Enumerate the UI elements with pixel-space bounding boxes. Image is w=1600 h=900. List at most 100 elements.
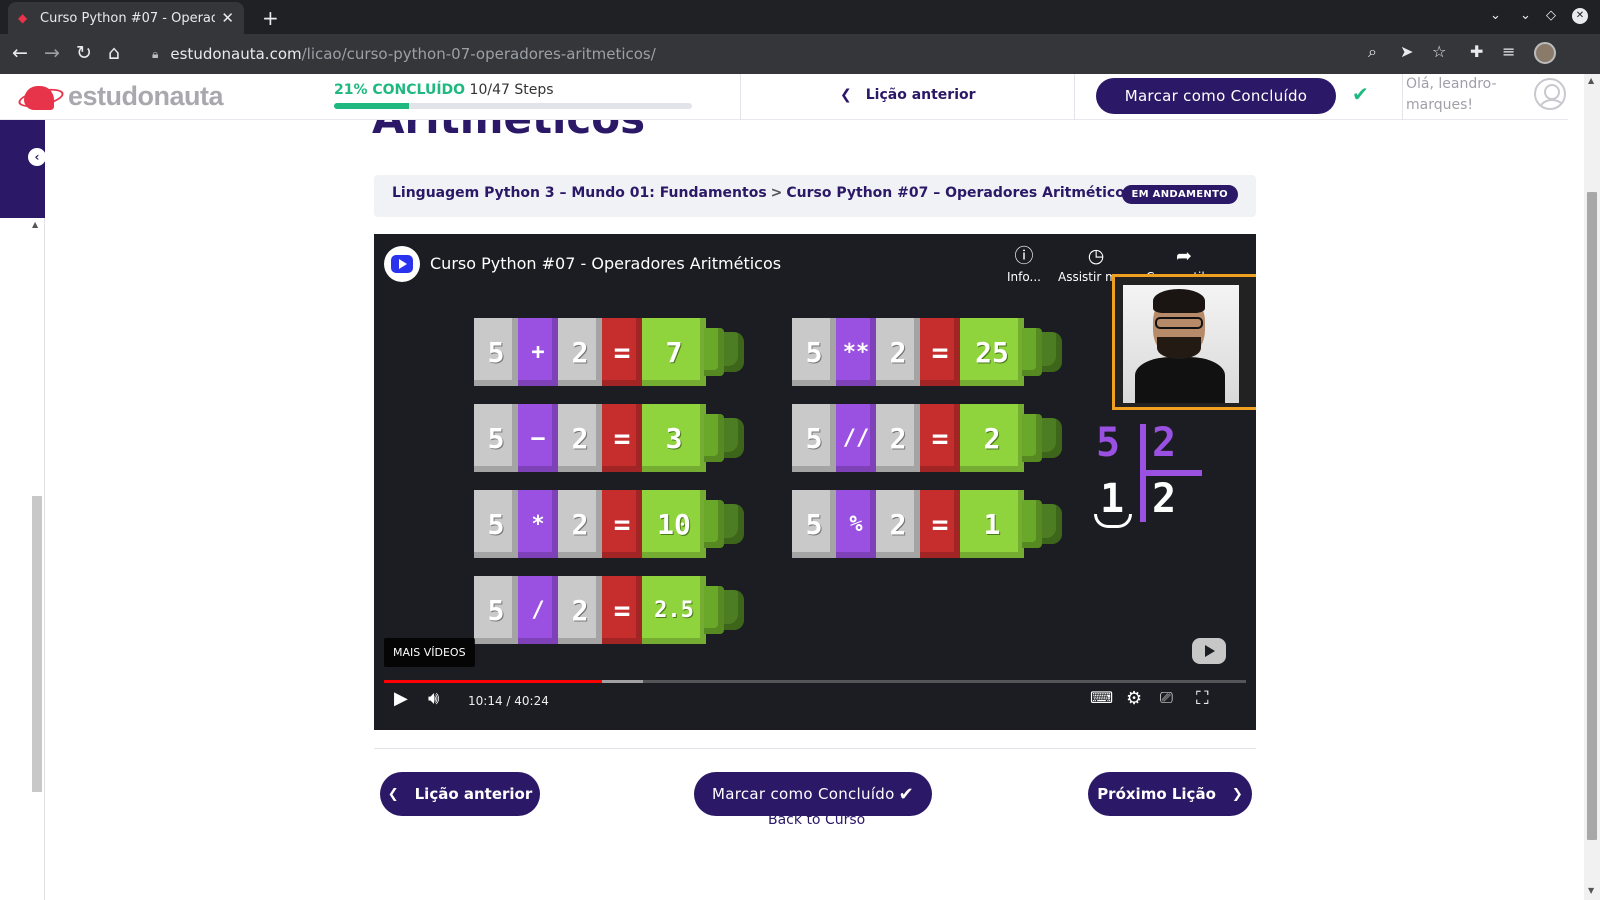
browser-profile-avatar[interactable] [1534, 42, 1556, 64]
diagram-dividend: 5 [1096, 420, 1121, 466]
operator-block: / [518, 576, 558, 644]
subtitles-icon[interactable]: ⌨ [1090, 688, 1113, 707]
send-icon[interactable]: ➤ [1400, 42, 1413, 61]
breadcrumb: Linguagem Python 3 – Mundo 01: Fundament… [374, 175, 1256, 217]
battery-tip [1022, 328, 1042, 376]
battery-cap [724, 504, 744, 544]
division-diagram: 5 2 1 2 [1094, 420, 1204, 540]
browser-tab[interactable]: ◆ Curso Python #07 - Operadores Aritméti… [8, 2, 244, 34]
play-icon[interactable]: ▶ [394, 688, 408, 709]
site-header: estudonauta 21% CONCLUÍDO 10/47 Steps ❮ … [0, 74, 1568, 120]
breadcrumb-lesson-link[interactable]: Curso Python #07 – Operadores Aritmético… [786, 185, 1133, 201]
battery-tip [704, 414, 724, 462]
youtube-watermark-icon[interactable] [1192, 638, 1226, 664]
scroll-up-arrow-icon[interactable]: ▲ [1588, 76, 1594, 85]
scroll-up-arrow-icon[interactable]: ▲ [32, 220, 38, 229]
fullscreen-icon[interactable]: ⛶ [1196, 688, 1209, 709]
bookmark-star-icon[interactable]: ☆ [1432, 42, 1446, 61]
breadcrumb-course-link[interactable]: Linguagem Python 3 – Mundo 01: Fundament… [392, 185, 767, 201]
zoom-icon[interactable]: ⌕ [1368, 42, 1377, 62]
tab-search-icon[interactable]: ⌄ [1490, 8, 1501, 23]
operator-block: % [836, 490, 876, 558]
new-tab-button[interactable]: + [262, 6, 279, 30]
status-badge: EM ANDAMENTO [1121, 185, 1238, 204]
breadcrumb-separator: > [770, 185, 783, 201]
video-player[interactable]: Curso Python #07 - Operadores Aritmético… [374, 234, 1256, 730]
clock-icon: ◷ [1087, 245, 1105, 267]
progress-percent: 21% CONCLUÍDO [334, 82, 466, 98]
operand-a-block: 5 [792, 318, 836, 386]
operand-a-block: 5 [474, 318, 518, 386]
chevron-right-icon: ❯ [1231, 786, 1243, 802]
operator-block: ** [836, 318, 876, 386]
battery-tip [1022, 414, 1042, 462]
operation-row: 5 ** 2 = 25 [792, 318, 1062, 386]
equals-block: = [920, 318, 960, 386]
page-scroll-thumb[interactable] [1587, 192, 1597, 840]
chevron-left-icon: ❮ [840, 87, 852, 103]
scroll-down-arrow-icon[interactable]: ▼ [1588, 886, 1594, 895]
next-lesson-button[interactable]: Próximo Lição ❯ [1088, 772, 1252, 816]
operator-block: * [518, 490, 558, 558]
operation-row: 5% 2 = 1 [792, 490, 1062, 558]
result-block: 2 [960, 404, 1024, 472]
media-queue-icon[interactable]: ≡ [1502, 42, 1515, 61]
more-videos-button[interactable]: MAIS VÍDEOS [384, 638, 475, 667]
video-info-label: Info... [1007, 270, 1041, 284]
sidebar-scroll-thumb[interactable] [32, 496, 42, 792]
operand-a-block: 5 [474, 490, 518, 558]
chevron-left-icon: ❮ [387, 786, 399, 802]
header-mark-complete-button[interactable]: Marcar como Concluído [1096, 78, 1336, 114]
progress-bar [334, 103, 692, 109]
back-arrow-icon[interactable]: ← [12, 42, 28, 64]
estudonauta-logo[interactable]: estudonauta [16, 80, 224, 112]
browser-tab-bar: ◆ Curso Python #07 - Operadores Aritméti… [0, 0, 1600, 34]
user-avatar-icon[interactable] [1534, 78, 1566, 110]
equals-block: = [920, 490, 960, 558]
operand-b-block: 2 [558, 490, 602, 558]
equals-block: = [920, 404, 960, 472]
cast-icon[interactable]: ⎚ [1160, 688, 1173, 708]
video-title[interactable]: Curso Python #07 - Operadores Aritmético… [430, 254, 781, 273]
operator-block: – [518, 404, 558, 472]
header-divider [740, 74, 741, 120]
header-divider [1402, 74, 1403, 120]
battery-tip [704, 586, 724, 634]
restore-icon[interactable]: ◇ [1546, 8, 1556, 23]
prev-lesson-button[interactable]: ❮ Lição anterior [380, 772, 540, 816]
volume-icon[interactable]: 🔊︎ [428, 688, 439, 709]
video-info-button[interactable]: ⓘ Info... [986, 242, 1062, 284]
header-prev-lesson-link[interactable]: ❮ Lição anterior [840, 87, 976, 103]
page-scrollbar[interactable]: ▲ ▼ [1584, 74, 1600, 900]
operation-row: 5–2 = 3 [474, 404, 744, 472]
minimize-icon[interactable]: ⌄ [1520, 8, 1531, 23]
back-to-course-link[interactable]: Back to Curso [768, 812, 865, 828]
sidebar-toggle[interactable]: ‹ [0, 120, 46, 218]
address-bar[interactable]: 🔒︎ estudonauta.com/licao/curso-python-07… [140, 37, 1408, 71]
presenter-webcam [1112, 274, 1256, 410]
video-played [384, 680, 603, 683]
operand-a-block: 5 [474, 576, 518, 644]
tab-title: Curso Python #07 - Operadores Aritmético… [40, 10, 216, 26]
channel-logo-icon[interactable] [384, 246, 420, 282]
result-block: 1 [960, 490, 1024, 558]
info-icon: ⓘ [1014, 245, 1034, 267]
extensions-puzzle-icon[interactable]: ✚ [1470, 42, 1483, 61]
window-close-icon[interactable]: ✕ [1572, 8, 1588, 24]
battery-cap [724, 418, 744, 458]
forward-arrow-icon[interactable]: → [44, 42, 60, 64]
url-path: /licao/curso-python-07-operadores-aritme… [301, 45, 656, 63]
equals-block: = [602, 490, 642, 558]
sidebar-scrollbar[interactable]: ▲ [0, 218, 45, 900]
tab-close-icon[interactable]: ✕ [221, 9, 234, 27]
equals-block: = [602, 404, 642, 472]
result-block: 3 [642, 404, 706, 472]
share-arrow-icon: ➦ [1176, 245, 1192, 267]
home-icon[interactable]: ⌂ [108, 42, 120, 64]
reload-icon[interactable]: ↻ [76, 42, 92, 64]
operation-row: 5/2 = 2.5 [474, 576, 744, 644]
operator-block: // [836, 404, 876, 472]
settings-gear-icon[interactable]: ⚙ [1126, 688, 1142, 709]
video-progress-bar[interactable] [384, 680, 1246, 683]
mark-complete-button[interactable]: Marcar como Concluído ✔ [694, 772, 932, 816]
